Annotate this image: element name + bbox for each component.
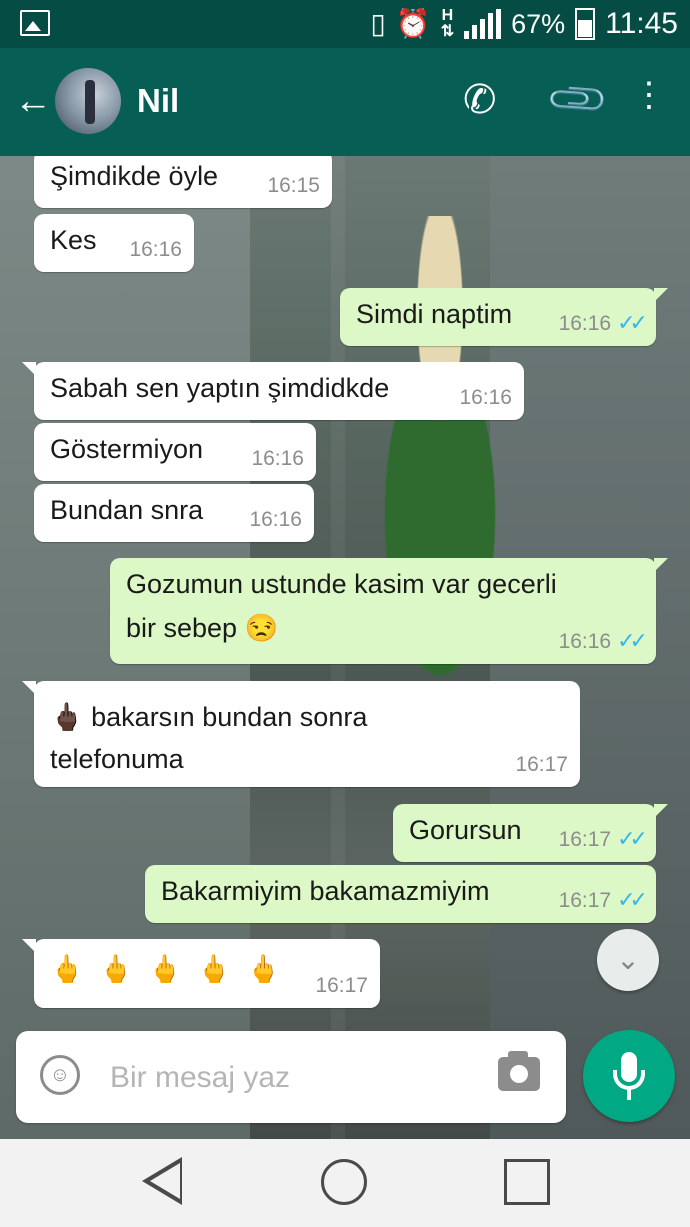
chat-header: ← Nil ✆ 📎 ⋮ [0,48,690,156]
unamused-emoji: 😒 [244,613,279,643]
microphone-icon[interactable] [583,1030,675,1122]
double-chevron-down-icon[interactable]: ⌄ [597,929,659,991]
battery-icon [575,8,596,40]
network-type-icon: H ⇅ [440,7,455,40]
chat-area[interactable]: Şimdikde öyle 16:15 Kes 16:16 Simdi napt… [0,156,690,1139]
contact-name[interactable]: Nil [137,82,179,120]
system-nav-bar [0,1139,690,1227]
triangle-back-icon[interactable] [142,1157,182,1205]
alarm-icon: ⏰ [395,8,431,39]
message-input[interactable] [108,1053,472,1103]
message-outgoing[interactable]: Gorursun 16:17 ✓✓ [393,804,668,862]
message-incoming[interactable]: Kes 16:16 [34,214,194,272]
middle-finger-emoji: 🖕🏿 [50,702,84,732]
avatar[interactable] [55,68,121,134]
message-incoming[interactable]: Bundan snra 16:16 [34,484,314,542]
message-incoming[interactable]: 🖕 🖕 🖕 🖕 🖕 16:17 [22,939,380,1008]
phone-icon[interactable]: ✆ [463,78,497,122]
message-incoming[interactable]: Şimdikde öyle 16:15 [34,156,332,208]
signal-icon [464,9,502,39]
middle-finger-emoji-row: 🖕 🖕 🖕 🖕 🖕 [50,954,285,984]
camera-icon[interactable] [498,1051,540,1091]
clock: 11:45 [605,7,678,40]
read-receipt-icon: ✓✓ [617,887,648,912]
circle-home-icon[interactable] [321,1159,367,1205]
gallery-notification-icon [20,10,50,36]
message-incoming[interactable]: 🖕🏿 bakarsın bundan sonra telefonuma 16:1… [22,681,580,787]
paperclip-icon[interactable]: 📎 [545,67,611,133]
status-icons: ▯ ⏰ H ⇅ 67% 11:45 [370,6,678,42]
status-bar: ▯ ⏰ H ⇅ 67% 11:45 [0,0,690,48]
square-recents-icon[interactable] [504,1159,550,1205]
smiley-icon[interactable]: ☺ [40,1055,80,1095]
more-vert-icon[interactable]: ⋮ [632,78,666,112]
message-outgoing[interactable]: Bakarmiyim bakamazmiyim 16:17 ✓✓ [145,865,656,923]
vibrate-icon: ▯ [370,8,386,39]
read-receipt-icon: ✓✓ [617,628,648,653]
read-receipt-icon: ✓✓ [617,310,648,335]
message-composer: ☺ [16,1031,566,1123]
message-outgoing[interactable]: Gozumun ustunde kasim var gecerli bir se… [110,558,668,664]
message-outgoing[interactable]: Simdi naptim 16:16 ✓✓ [340,288,668,346]
read-receipt-icon: ✓✓ [617,826,648,851]
arrow-left-icon[interactable]: ← [14,82,52,120]
battery-percent: 67% [511,8,566,39]
message-incoming[interactable]: Göstermiyon 16:16 [34,423,316,481]
message-incoming[interactable]: Sabah sen yaptın şimdidkde 16:16 [22,362,524,420]
